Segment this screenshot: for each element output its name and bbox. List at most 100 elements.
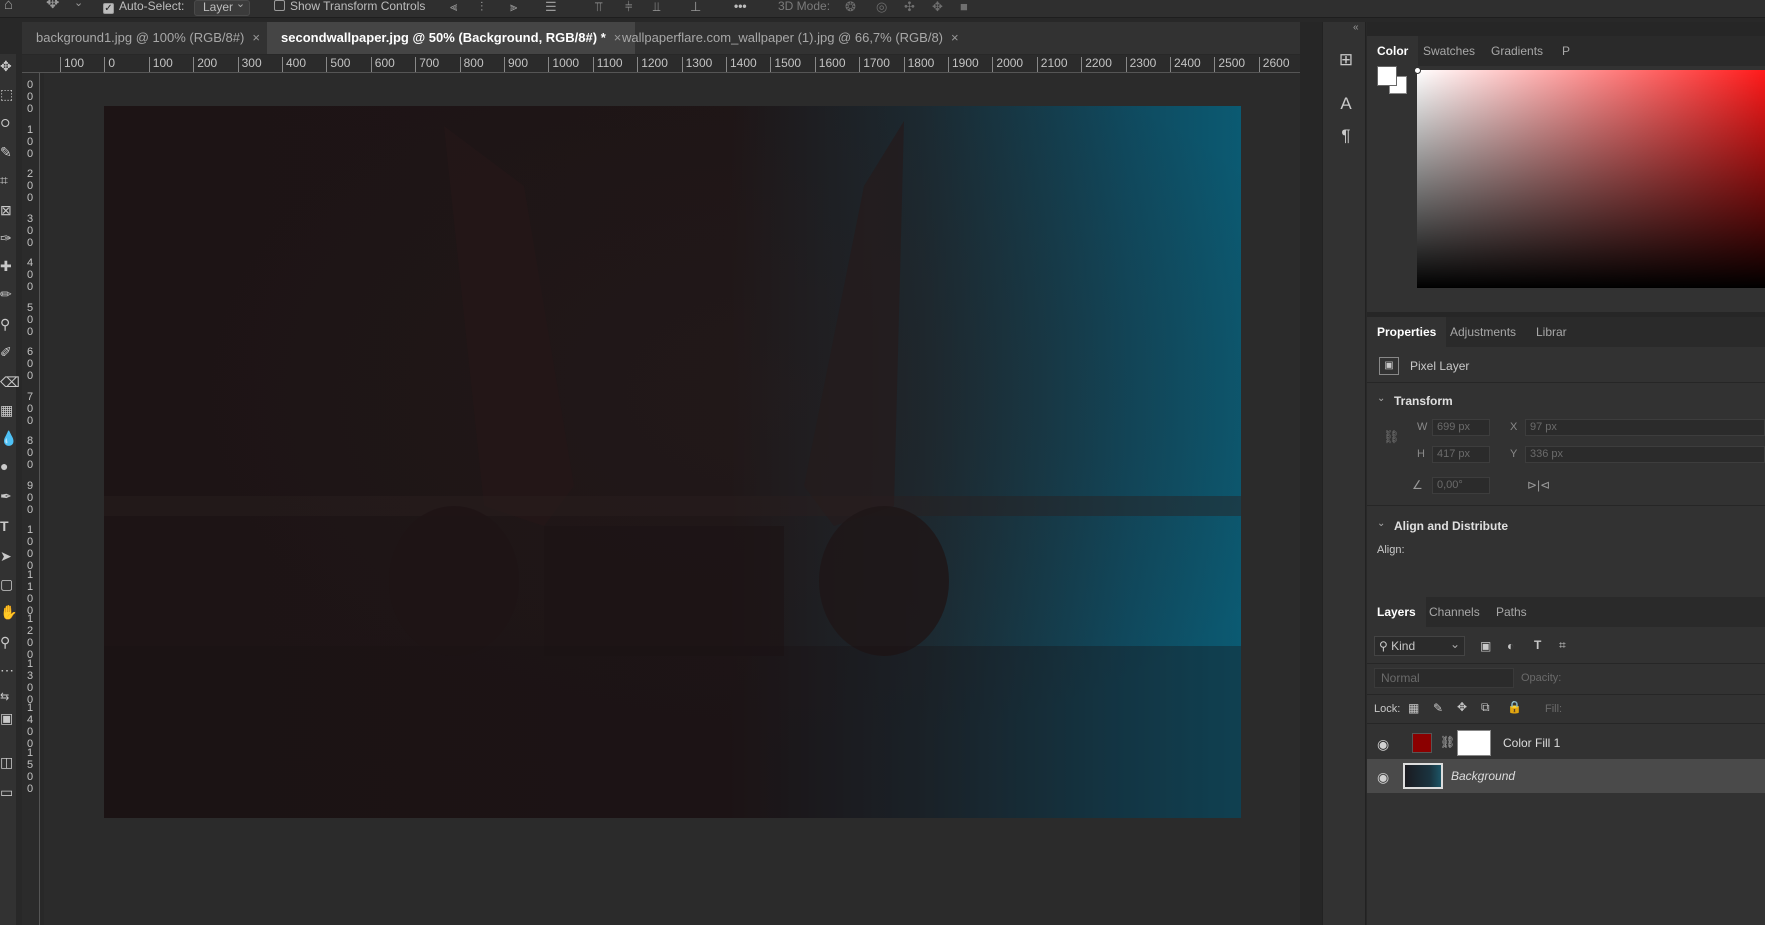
lock-artboard-icon[interactable]: ⧉ (1481, 700, 1490, 715)
more-tools-icon[interactable]: ⋯ (0, 662, 16, 684)
3d-camera-icon[interactable]: ■ (960, 0, 968, 14)
3d-pan-icon[interactable]: ✣ (904, 0, 915, 14)
history-brush-icon[interactable]: ✐ (0, 344, 16, 366)
crop-tool-icon[interactable]: ⌗ (0, 172, 16, 194)
3d-orbit-icon[interactable]: ❂ (845, 0, 856, 14)
quick-mask-icon[interactable]: ◫ (0, 754, 16, 776)
show-transform-checkbox[interactable]: Show Transform Controls (274, 0, 425, 16)
link-icon[interactable]: ⛓ (1440, 735, 1455, 749)
filter-shape-icon[interactable]: ⌗ (1559, 638, 1566, 653)
chevron-down-icon[interactable]: ⌄ (1377, 518, 1385, 529)
blend-mode-dropdown[interactable]: Normal (1374, 668, 1514, 688)
foreground-color-swatch[interactable] (1377, 66, 1397, 86)
color-picker-field[interactable] (1417, 70, 1765, 288)
align-section-title[interactable]: Align and Distribute (1394, 519, 1508, 533)
lock-all-icon[interactable]: 🔒 (1507, 700, 1522, 714)
tab-adjustments[interactable]: Adjustments (1440, 317, 1526, 347)
distribute-icon[interactable]: ☰ (545, 0, 557, 14)
tab-gradients[interactable]: Gradients (1481, 36, 1553, 66)
history-panel-icon[interactable]: ⊞ (1335, 50, 1357, 72)
document-tab[interactable]: wallpaperflare.com_wallpaper (1).jpg @ 6… (608, 22, 973, 54)
character-panel-icon[interactable]: A (1335, 94, 1357, 116)
tab-channels[interactable]: Channels (1419, 597, 1490, 627)
eyedropper-tool-icon[interactable]: ✑ (0, 230, 16, 252)
vertical-ruler[interactable]: 0 0 0 1 0 0 2 0 0 3 0 0 4 0 0 5 0 0 6 0 0 7 0 0… (22, 73, 40, 925)
move-tool-icon[interactable]: ✥ (0, 58, 16, 80)
distribute-vertical-icon[interactable]: ⊥ (690, 0, 701, 14)
home-icon[interactable]: ⌂ (4, 0, 13, 12)
layer-thumbnail[interactable] (1403, 763, 1443, 789)
x-field[interactable]: 97 px (1525, 419, 1765, 436)
lock-transparency-icon[interactable]: ▦ (1408, 701, 1419, 715)
link-icon[interactable]: ⛓ (1383, 429, 1400, 445)
collapse-icon[interactable]: « (1353, 22, 1359, 33)
frame-tool-icon[interactable]: ⊠ (0, 202, 16, 224)
tab-color[interactable]: Color (1367, 36, 1419, 66)
layer-name[interactable]: Color Fill 1 (1503, 736, 1560, 750)
align-right-icon[interactable]: ⫸ (510, 0, 517, 14)
shape-tool-icon[interactable]: ▢ (0, 576, 16, 598)
brush-tool-icon[interactable]: ✏ (0, 286, 16, 308)
filter-pixel-icon[interactable]: ▣ (1480, 639, 1491, 653)
tab-layers[interactable]: Layers (1367, 597, 1426, 627)
align-left-icon[interactable]: ⫷ (450, 0, 457, 14)
layer-name[interactable]: Background (1451, 769, 1515, 783)
eraser-tool-icon[interactable]: ⌫ (0, 374, 20, 396)
document-tab-active[interactable]: secondwallpaper.jpg @ 50% (Background, R… (267, 22, 636, 54)
move-tool-icon[interactable]: ✥ (46, 0, 59, 12)
tab-swatches[interactable]: Swatches (1413, 36, 1485, 66)
more-options-button[interactable]: ••• (734, 0, 747, 16)
align-middle-icon[interactable]: ⫩ (625, 0, 632, 14)
auto-select-checkbox[interactable]: ✓ Auto-Select: (103, 0, 184, 16)
transform-section-title[interactable]: Transform (1394, 394, 1453, 408)
align-top-icon[interactable]: ⫪ (595, 0, 602, 14)
quick-select-tool-icon[interactable]: ✎ (0, 144, 16, 166)
document-canvas[interactable] (104, 106, 1241, 818)
fill-color-thumbnail[interactable] (1412, 733, 1432, 753)
panel-divider[interactable] (1300, 22, 1322, 925)
width-field[interactable]: 699 px (1432, 419, 1490, 436)
layer-row[interactable]: ◉ ⛓ Color Fill 1 (1367, 726, 1765, 760)
filter-adjustment-icon[interactable]: ◐ (1507, 639, 1514, 653)
eye-icon[interactable]: ◉ (1377, 769, 1389, 786)
color-picker-cursor[interactable] (1414, 67, 1421, 74)
align-bottom-icon[interactable]: ⫫ (653, 0, 660, 14)
eye-icon[interactable]: ◉ (1377, 736, 1389, 753)
paragraph-panel-icon[interactable]: ¶ (1335, 126, 1357, 148)
align-center-icon[interactable]: ⫶ (480, 0, 483, 14)
document-tab[interactable]: background1.jpg @ 100% (RGB/8#) × (22, 22, 274, 54)
tab-patterns[interactable]: P (1552, 36, 1580, 66)
y-field[interactable]: 336 px (1525, 446, 1765, 463)
zoom-tool-icon[interactable]: ⚲ (0, 634, 16, 656)
lock-position-icon[interactable]: ✥ (1457, 700, 1467, 714)
height-field[interactable]: 417 px (1432, 446, 1490, 463)
hand-tool-icon[interactable]: ✋ (0, 604, 17, 626)
marquee-tool-icon[interactable]: ⬚ (0, 86, 16, 108)
layer-mask-thumbnail[interactable] (1457, 730, 1491, 756)
layer-row-selected[interactable]: ◉ Background (1367, 759, 1765, 793)
dodge-tool-icon[interactable]: ● (0, 458, 16, 480)
stamp-tool-icon[interactable]: ⚲ (0, 316, 16, 338)
color-swatches-icon[interactable]: ▣ (0, 710, 16, 732)
lock-pixels-icon[interactable]: ✎ (1433, 701, 1443, 715)
3d-slide-icon[interactable]: ✥ (932, 0, 943, 14)
swap-colors-icon[interactable]: ⇆ (0, 690, 16, 712)
path-select-icon[interactable]: ➤ (0, 548, 16, 570)
close-icon[interactable]: × (252, 30, 260, 45)
chevron-down-icon[interactable]: ⌄ (74, 0, 83, 10)
lasso-tool-icon[interactable]: ഠ (0, 114, 16, 136)
auto-select-dropdown[interactable]: Layer (194, 0, 251, 16)
angle-field[interactable]: 0,00° (1432, 477, 1490, 494)
healing-brush-icon[interactable]: ✚ (0, 258, 16, 280)
blur-tool-icon[interactable]: 💧 (0, 430, 17, 452)
horizontal-ruler[interactable]: 100 0 100 200 300 400 500 600 700 800 900 1000 1100 1… (22, 55, 1300, 73)
tab-paths[interactable]: Paths (1486, 597, 1537, 627)
flip-horizontal-icon[interactable]: ⊳|⊲ (1527, 478, 1550, 492)
close-icon[interactable]: × (951, 30, 959, 45)
screen-mode-icon[interactable]: ▭ (0, 784, 16, 806)
chevron-down-icon[interactable]: ⌄ (1377, 393, 1385, 404)
tab-properties[interactable]: Properties (1367, 317, 1447, 347)
3d-roll-icon[interactable]: ◎ (876, 0, 887, 14)
type-tool-icon[interactable]: T (0, 518, 16, 540)
layer-filter-dropdown[interactable]: ⚲ Kind ⌄ (1374, 636, 1465, 656)
